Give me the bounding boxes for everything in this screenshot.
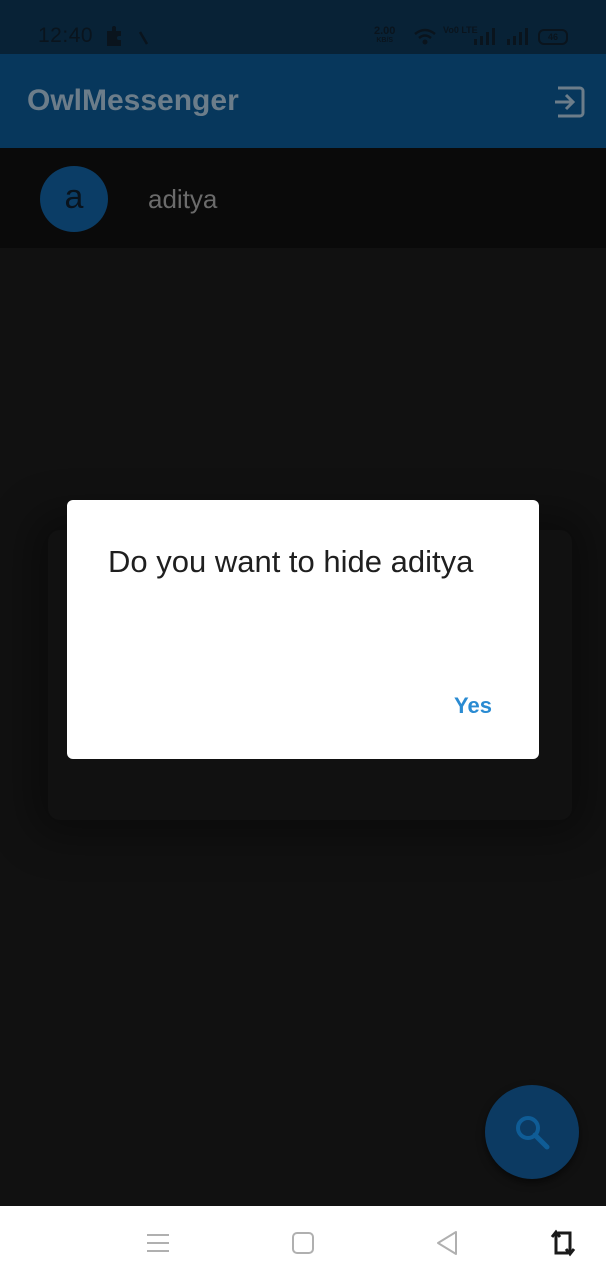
menu-icon[interactable]	[143, 1228, 173, 1258]
contact-name: aditya	[148, 184, 218, 214]
wifi-icon	[414, 28, 436, 45]
status-bar: 12:40 2.00 KB/S Vo0 LTE 46	[0, 0, 606, 54]
net-speed: 2.00 KB/S	[374, 26, 395, 46]
contact-list-item[interactable]: a aditya	[0, 148, 606, 248]
hide-contact-dialog: Do you want to hide aditya Yes	[67, 500, 539, 759]
logout-icon[interactable]	[552, 85, 586, 119]
puzzle-icon	[107, 26, 121, 46]
dialog-message: Do you want to hide aditya	[108, 544, 474, 579]
net-speed-unit: KB/S	[376, 37, 394, 44]
tick-icon	[138, 31, 149, 45]
app-bar: OwlMessenger	[0, 54, 606, 148]
app-title: OwlMessenger	[27, 84, 239, 117]
search-icon	[516, 1116, 550, 1150]
avatar: a	[40, 166, 108, 232]
battery-icon: 46	[538, 29, 568, 45]
yes-button[interactable]: Yes	[443, 688, 503, 724]
signal-icon	[474, 28, 495, 45]
home-icon[interactable]	[288, 1228, 318, 1258]
search-fab-button[interactable]	[485, 1085, 579, 1179]
signal-icon	[507, 28, 528, 45]
status-time: 12:40	[38, 24, 94, 47]
back-icon[interactable]	[432, 1228, 462, 1258]
rotate-icon[interactable]	[548, 1228, 578, 1258]
system-nav-bar	[0, 1206, 606, 1280]
